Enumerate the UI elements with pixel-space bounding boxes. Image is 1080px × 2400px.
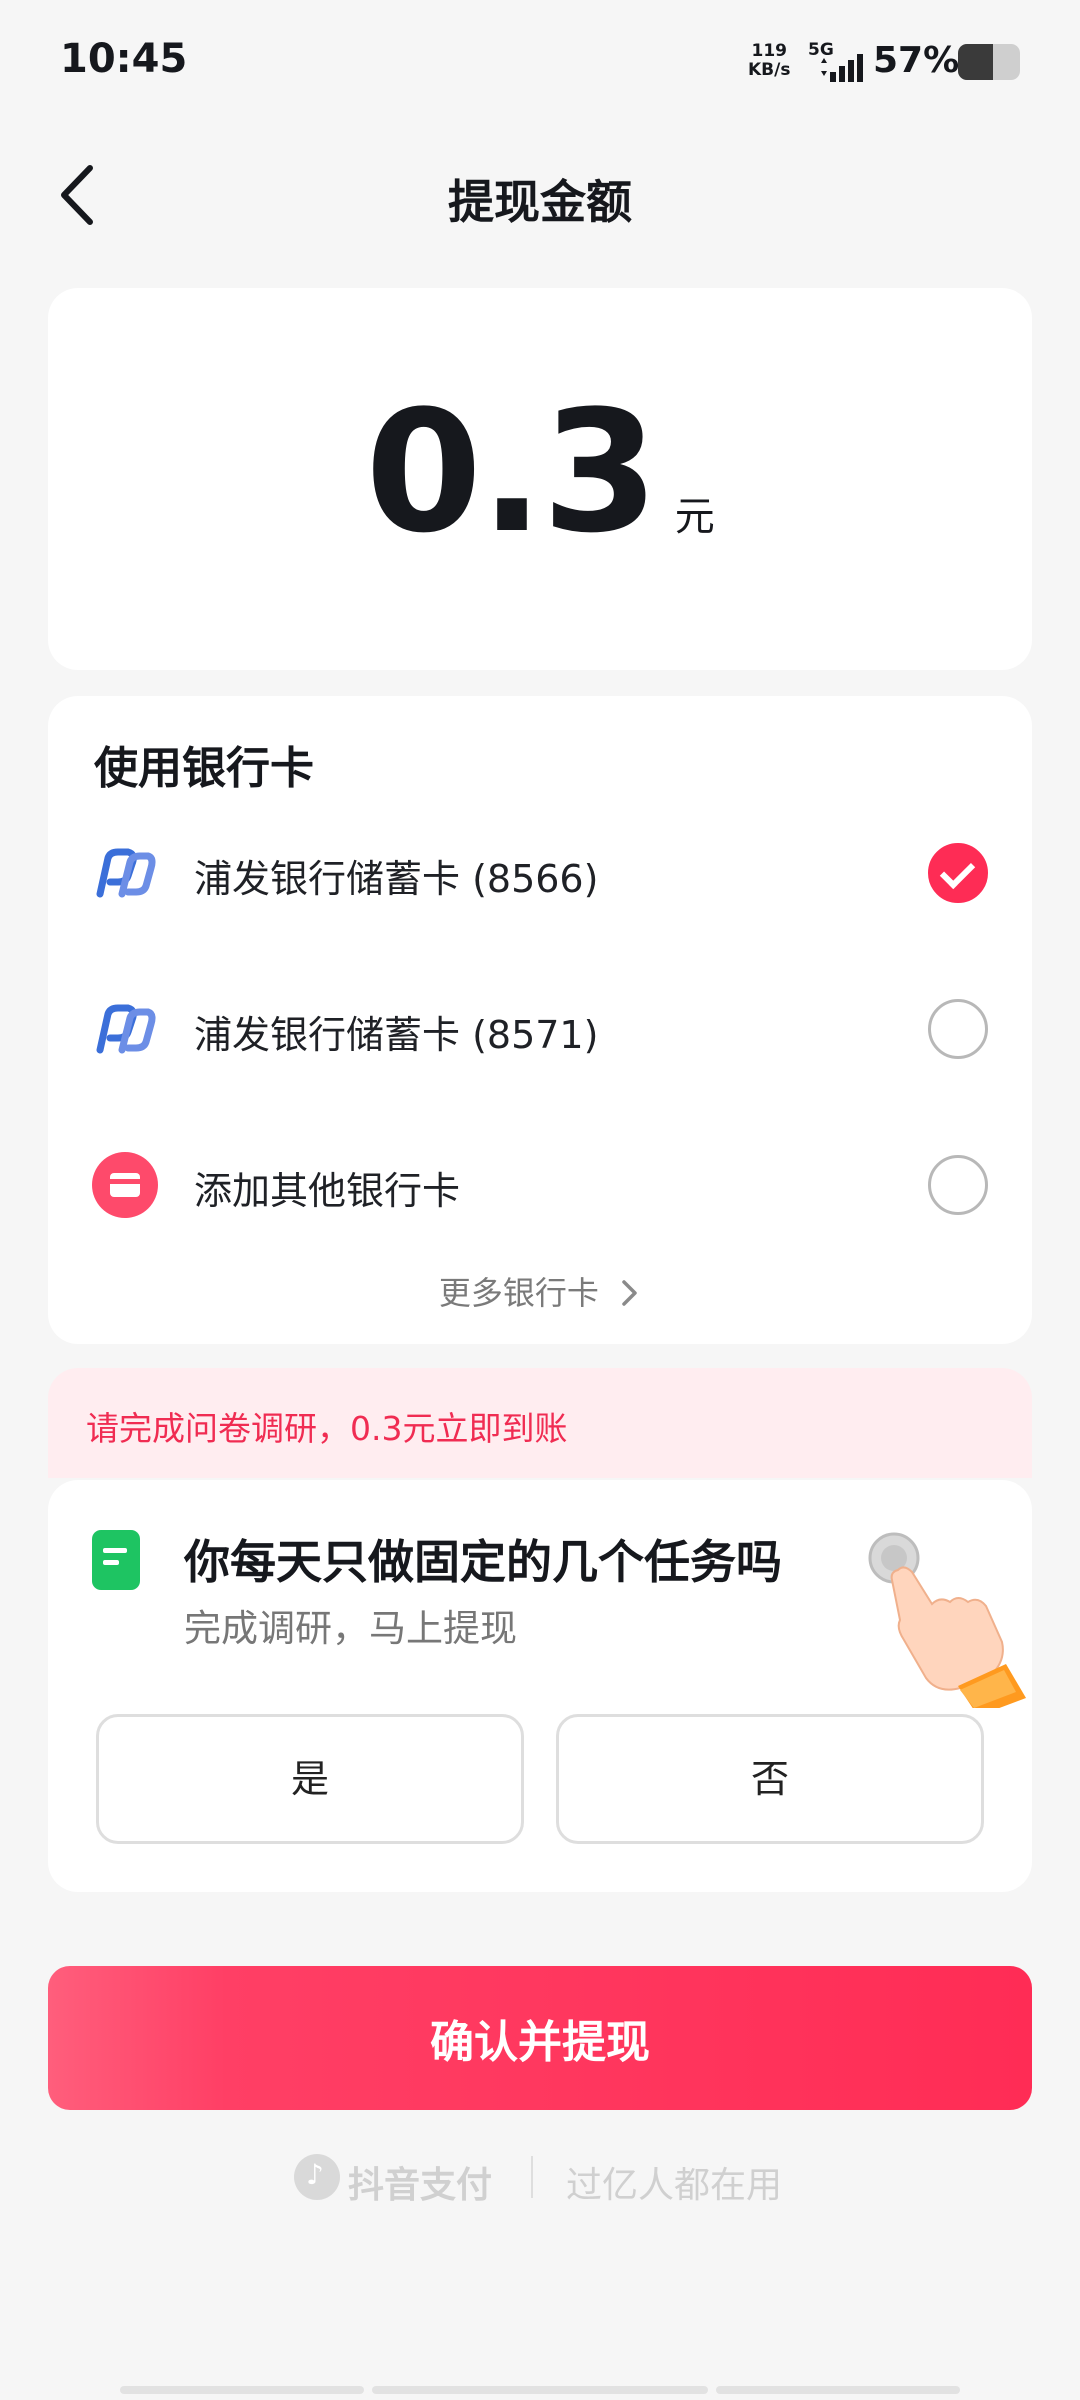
bank-option-label: 浦发银行储蓄卡 (8571) [194,1013,599,1057]
battery-percent: 57% [873,40,960,81]
pointing-hand-icon [868,1532,1026,1708]
amount-card: 0.3 元 [48,288,1032,670]
spdb-bank-icon [96,1004,156,1054]
bank-option-8566[interactable]: 浦发银行储蓄卡 (8566) [48,818,1032,928]
add-card-icon [92,1152,158,1218]
radio-checked-icon[interactable] [928,843,988,903]
more-bank-cards-label: 更多银行卡 [438,1274,599,1312]
confirm-withdraw-button[interactable]: 确认并提现 [48,1966,1032,2110]
status-time: 10:45 [60,36,188,82]
survey-question: 你每天只做固定的几个任务吗 [184,1535,782,1589]
amount-unit: 元 [674,494,715,540]
spdb-bank-icon [96,848,156,898]
add-other-bank-card[interactable]: 添加其他银行卡 [48,1130,1032,1240]
payment-brand: 抖音支付 [348,2165,493,2206]
home-indicator-segment [120,2386,364,2394]
answer-yes-button[interactable]: 是 [96,1714,524,1844]
bank-option-label: 浦发银行储蓄卡 (8566) [194,857,599,901]
radio-unchecked-icon[interactable] [928,999,988,1059]
answer-no-button[interactable]: 否 [556,1714,984,1844]
chevron-right-icon [622,1280,637,1306]
survey-banner-text: 请完成问卷调研，0.3元立即到账 [86,1409,568,1448]
payment-slogan: 过亿人都在用 [566,2165,783,2206]
battery-level [958,44,994,80]
bank-option-label: 添加其他银行卡 [194,1169,461,1213]
bank-card-section: 使用银行卡 浦发银行储蓄卡 (8566) 浦发银行储蓄卡 (8571) 添加其他… [48,696,1032,1344]
net-speed-value: 119 [751,41,787,61]
douyin-logo-icon [294,2154,340,2200]
page-title: 提现金额 [448,175,632,229]
more-bank-cards-link[interactable]: 更多银行卡 [48,1268,1032,1314]
radio-unchecked-icon[interactable] [928,1155,988,1215]
status-bar: 10:45 119 KB/s 5G 57% [0,0,1080,120]
amount-value: 0.3 [365,374,659,570]
bank-section-title: 使用银行卡 [94,743,314,794]
amount-display: 0.3 元 [48,388,1032,556]
footer-divider [531,2156,533,2198]
survey-card: 你每天只做固定的几个任务吗 完成调研，马上提现 是 否 [48,1480,1032,1892]
battery-icon [958,44,1020,80]
home-indicator-segment [716,2386,960,2394]
net-speed: 119 KB/s [748,42,790,80]
net-speed-unit: KB/s [748,60,791,80]
home-indicator-segment [372,2386,708,2394]
survey-form-icon [92,1530,140,1590]
signal-icon [821,54,863,82]
payment-footer: 抖音支付 过亿人都在用 [0,2146,1080,2206]
survey-banner: 请完成问卷调研，0.3元立即到账 [48,1368,1032,1478]
withdraw-page: 10:45 119 KB/s 5G 57% 提现金额 0.3 元 使用银行卡 浦… [0,0,1080,2400]
survey-subtitle: 完成调研，马上提现 [184,1607,517,1650]
bank-option-8571[interactable]: 浦发银行储蓄卡 (8571) [48,974,1032,1084]
